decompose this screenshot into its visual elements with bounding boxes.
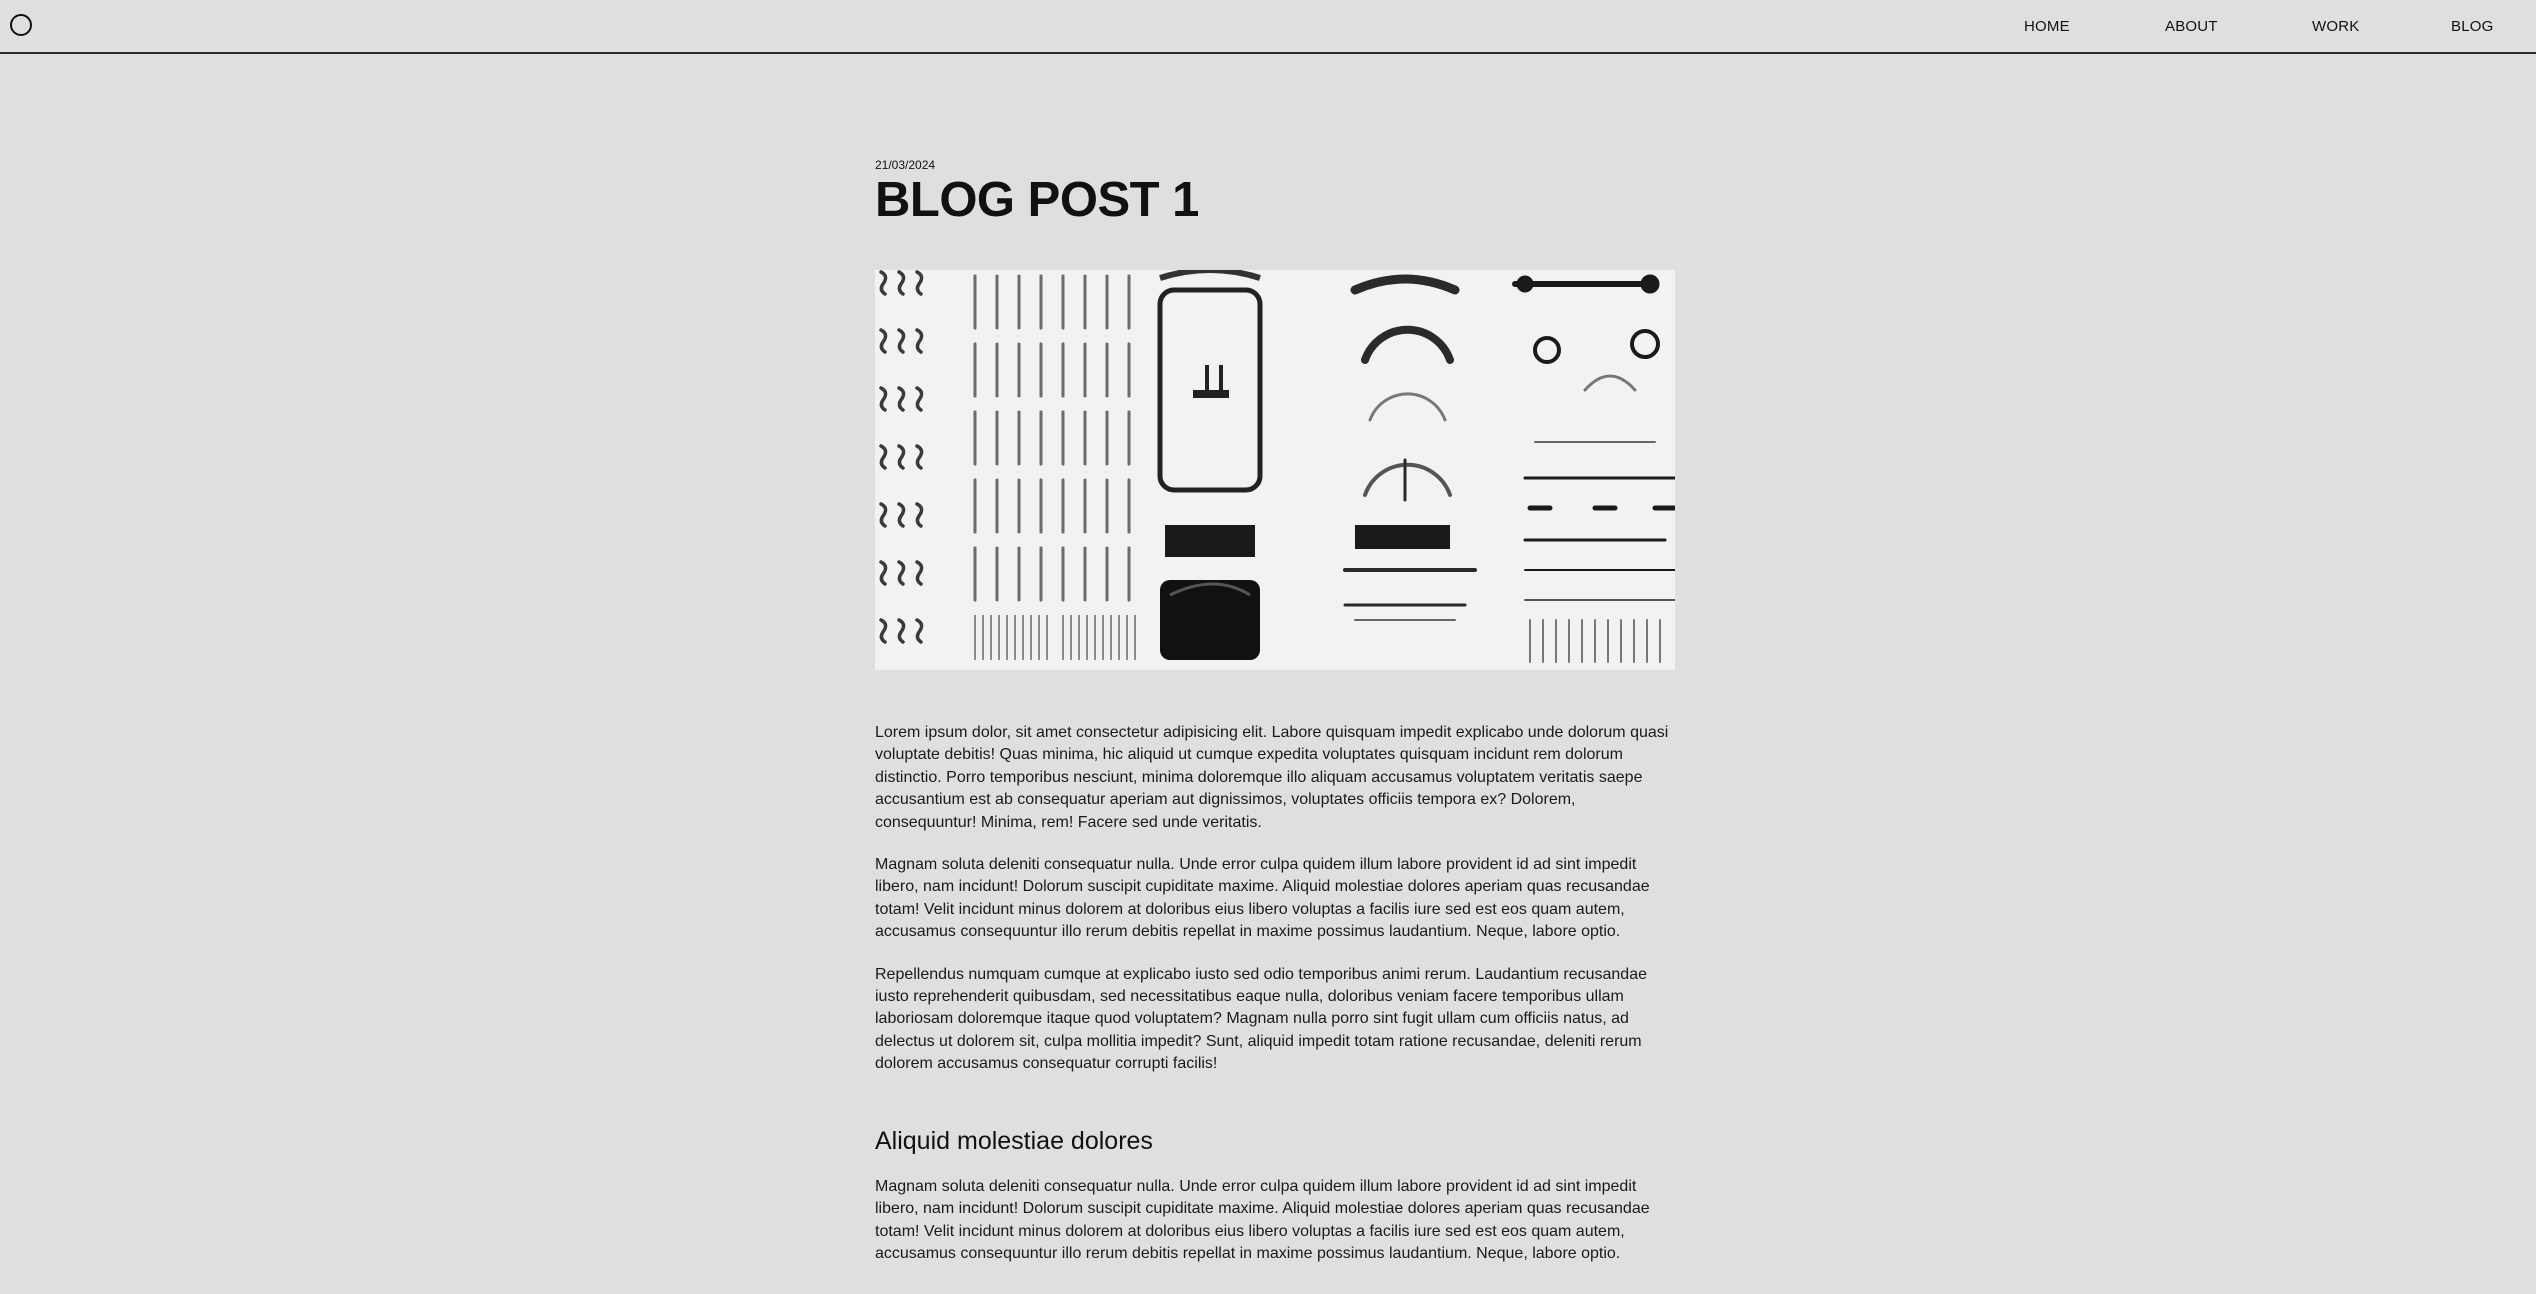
nav-link-work[interactable]: WORK <box>2312 18 2359 35</box>
circle-logo-icon[interactable] <box>10 14 32 36</box>
top-navbar: HOME ABOUT WORK BLOG <box>0 0 2536 54</box>
body-paragraph: Lorem ipsum dolor, sit amet consectetur … <box>875 724 1669 831</box>
hero-image <box>875 270 1675 670</box>
body-paragraph: Repellendus numquam cumque at explicabo … <box>875 965 1647 1073</box>
section-heading: Aliquid molestiae dolores <box>875 1126 1153 1155</box>
body-paragraph: Magnam soluta deleniti consequatur nulla… <box>875 856 1650 941</box>
post-date: 21/03/2024 <box>875 158 936 172</box>
nav-link-home[interactable]: HOME <box>2024 18 2070 35</box>
nav-link-blog[interactable]: BLOG <box>2451 18 2493 35</box>
nav-link-about[interactable]: ABOUT <box>2165 18 2218 35</box>
section-paragraph: Magnam soluta deleniti consequatur nulla… <box>875 1177 1650 1262</box>
post-title: BLOG POST 1 <box>875 173 1199 227</box>
blog-article: 21/03/2024 BLOG POST 1 Lorem ipsum dolor… <box>875 150 1675 1265</box>
